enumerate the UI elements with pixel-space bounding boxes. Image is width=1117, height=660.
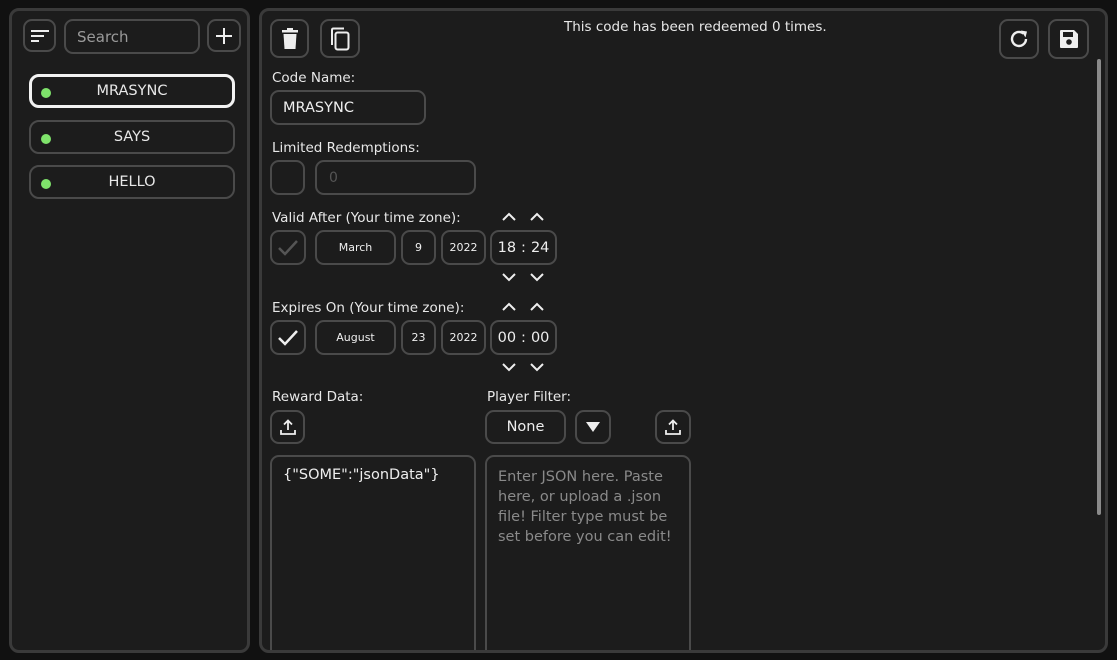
save-icon [1059, 30, 1078, 48]
refresh-button[interactable] [999, 19, 1039, 59]
limited-redemptions-input[interactable]: 0 [315, 160, 476, 195]
valid-after-year: 2022 [449, 241, 478, 254]
player-filter-dropdown-button[interactable] [575, 410, 611, 444]
reward-data-value: {"SOME":"jsonData"} [283, 467, 440, 483]
limited-redemptions-label: Limited Redemptions: [272, 140, 420, 156]
valid-after-day: 9 [415, 241, 422, 254]
expires-on-minute: 00 [530, 329, 550, 346]
minute-increment-arrow[interactable] [529, 212, 545, 222]
expires-on-time-input[interactable]: 00 : 00 [490, 320, 557, 355]
caret-down-icon [586, 422, 600, 432]
codes-sidebar: Search MRASYNC SAYS HELLO [9, 8, 250, 653]
upload-icon [665, 419, 681, 435]
valid-after-hour: 18 [497, 239, 517, 256]
time-separator: : [521, 239, 526, 256]
code-list-item[interactable]: MRASYNC [29, 74, 235, 108]
filter-upload-button[interactable] [655, 410, 691, 444]
reward-data-label: Reward Data: [272, 389, 364, 405]
valid-after-checkbox[interactable] [270, 230, 306, 265]
hour-decrement-arrow[interactable] [501, 272, 517, 282]
sort-button[interactable] [23, 19, 56, 52]
reward-data-textarea[interactable]: {"SOME":"jsonData"} [270, 455, 476, 650]
sort-icon [30, 29, 49, 42]
code-name-label: Code Name: [272, 70, 356, 86]
expires-on-year: 2022 [449, 331, 478, 344]
save-button[interactable] [1048, 19, 1089, 59]
search-input[interactable]: Search [64, 19, 200, 54]
refresh-icon [1010, 30, 1028, 48]
valid-after-time-input[interactable]: 18 : 24 [490, 230, 557, 265]
code-list-item[interactable]: SAYS [29, 120, 235, 154]
reward-upload-button[interactable] [270, 410, 305, 444]
code-list-item-label: SAYS [113, 129, 151, 145]
player-filter-value: None [506, 419, 545, 435]
code-name-value: MRASYNC [283, 99, 354, 116]
expires-on-month-select[interactable]: August [315, 320, 396, 355]
redemption-count-text: This code has been redeemed 0 times. [564, 19, 827, 35]
limited-redemptions-checkbox[interactable] [270, 160, 305, 195]
code-name-input[interactable]: MRASYNC [270, 90, 426, 125]
valid-after-minute: 24 [530, 239, 550, 256]
scrollbar-thumb[interactable] [1097, 59, 1101, 515]
status-dot [41, 179, 51, 189]
status-dot [41, 134, 51, 144]
trash-icon [281, 27, 298, 49]
player-filter-placeholder: Enter JSON here. Paste here, or upload a… [498, 469, 672, 545]
add-code-button[interactable] [207, 19, 241, 52]
search-placeholder: Search [77, 27, 129, 46]
checkmark-icon [278, 239, 298, 256]
code-list-item-label: HELLO [108, 174, 156, 190]
expires-on-month: August [336, 331, 375, 344]
code-list-item[interactable]: HELLO [29, 165, 235, 199]
expires-on-checkbox[interactable] [270, 320, 306, 355]
upload-icon [279, 419, 296, 435]
player-filter-textarea[interactable]: Enter JSON here. Paste here, or upload a… [485, 455, 691, 650]
valid-after-year-input[interactable]: 2022 [441, 230, 486, 265]
minute-increment-arrow[interactable] [529, 302, 545, 312]
player-filter-label: Player Filter: [487, 389, 572, 405]
expires-on-day: 23 [411, 331, 426, 344]
checkmark-icon [278, 329, 298, 346]
valid-after-label: Valid After (Your time zone): [272, 210, 461, 226]
expires-on-year-input[interactable]: 2022 [441, 320, 486, 355]
hour-decrement-arrow[interactable] [501, 362, 517, 372]
duplicate-button[interactable] [320, 19, 360, 58]
plus-icon [216, 27, 232, 44]
status-dot [41, 88, 51, 98]
code-list-item-label: MRASYNC [96, 83, 168, 99]
limited-redemptions-placeholder: 0 [329, 169, 338, 186]
valid-after-month: March [338, 241, 373, 254]
expires-on-label: Expires On (Your time zone): [272, 300, 465, 316]
copy-icon [331, 27, 350, 50]
code-editor: This code has been redeemed 0 times. Cod… [259, 8, 1108, 653]
time-separator: : [521, 329, 526, 346]
minute-decrement-arrow[interactable] [529, 362, 545, 372]
delete-button[interactable] [270, 19, 309, 58]
player-filter-select[interactable]: None [485, 410, 566, 444]
hour-increment-arrow[interactable] [501, 302, 517, 312]
expires-on-day-input[interactable]: 23 [401, 320, 436, 355]
valid-after-month-select[interactable]: March [315, 230, 396, 265]
minute-decrement-arrow[interactable] [529, 272, 545, 282]
hour-increment-arrow[interactable] [501, 212, 517, 222]
expires-on-hour: 00 [497, 329, 517, 346]
valid-after-day-input[interactable]: 9 [401, 230, 436, 265]
